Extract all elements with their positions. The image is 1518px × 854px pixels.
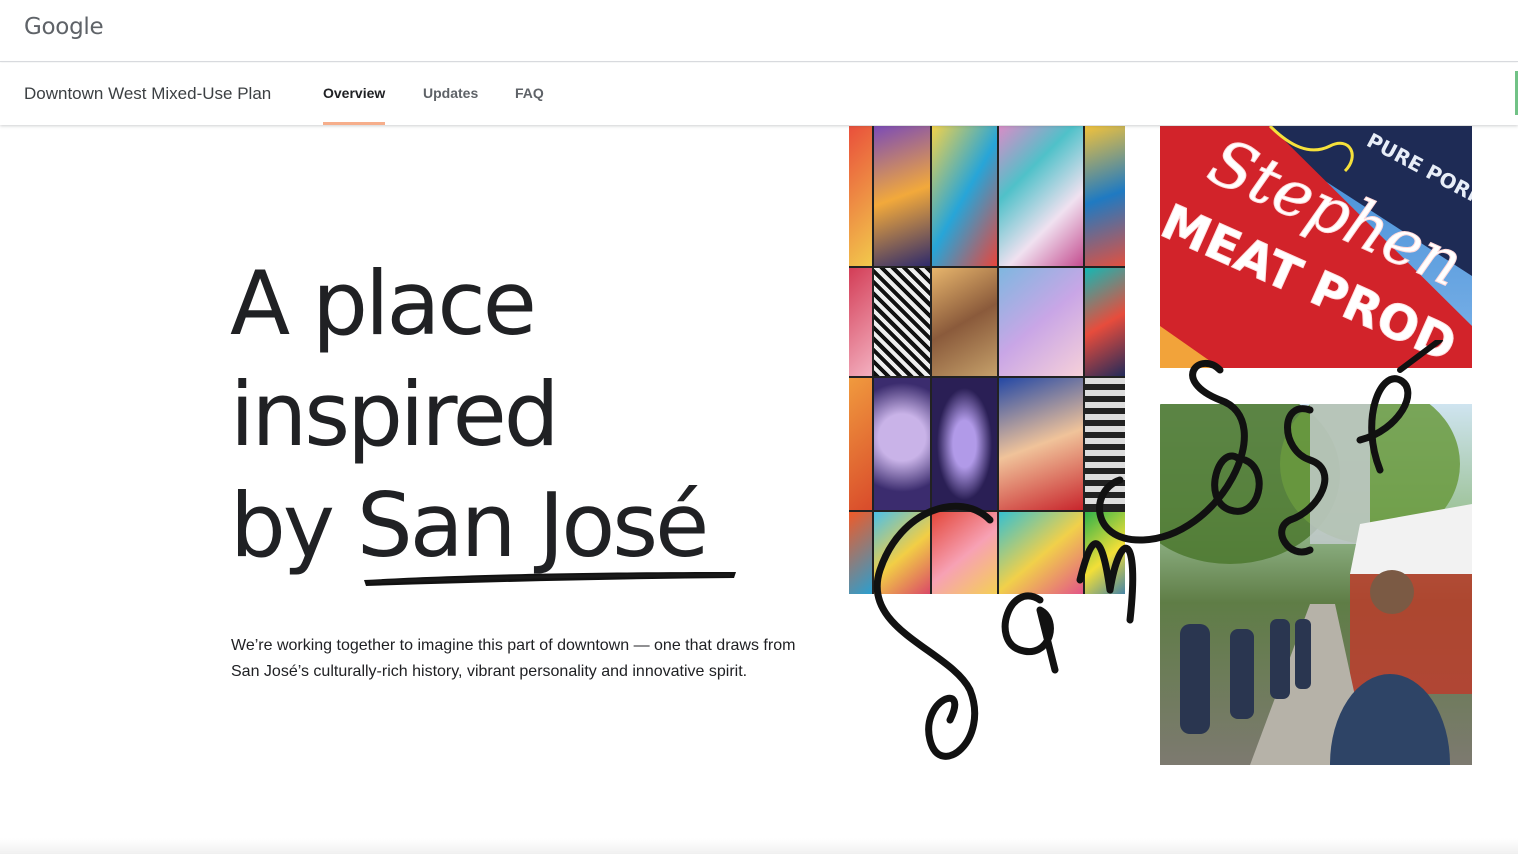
street-market-illustration bbox=[1160, 404, 1472, 765]
street-market-photo bbox=[1160, 404, 1472, 765]
project-title[interactable]: Downtown West Mixed-Use Plan bbox=[24, 84, 271, 104]
project-nav: Downtown West Mixed-Use Plan Overview Up… bbox=[0, 63, 1518, 125]
hero-heading-line-1: A place bbox=[230, 252, 537, 355]
tab-faq[interactable]: FAQ bbox=[515, 85, 544, 101]
google-logo[interactable]: Google bbox=[24, 14, 104, 40]
hero-heading: A place inspired by San José bbox=[230, 248, 709, 581]
bottom-fade bbox=[0, 838, 1518, 854]
top-bar: Google bbox=[0, 0, 1518, 62]
neon-sign-illustration: PURE PORK SAUSAGE Stephen MEAT PROD bbox=[1160, 126, 1472, 368]
brush-underline bbox=[364, 572, 736, 586]
hero-heading-line-3: by San José bbox=[230, 474, 709, 577]
mural-photo bbox=[849, 126, 1125, 594]
neon-sign-photo: PURE PORK SAUSAGE Stephen MEAT PROD bbox=[1160, 126, 1472, 368]
tab-updates[interactable]: Updates bbox=[423, 85, 478, 101]
tab-overview[interactable]: Overview bbox=[323, 85, 386, 125]
hero-heading-line-2: inspired bbox=[230, 363, 560, 466]
hero-description: We’re working together to imagine this p… bbox=[231, 637, 796, 680]
